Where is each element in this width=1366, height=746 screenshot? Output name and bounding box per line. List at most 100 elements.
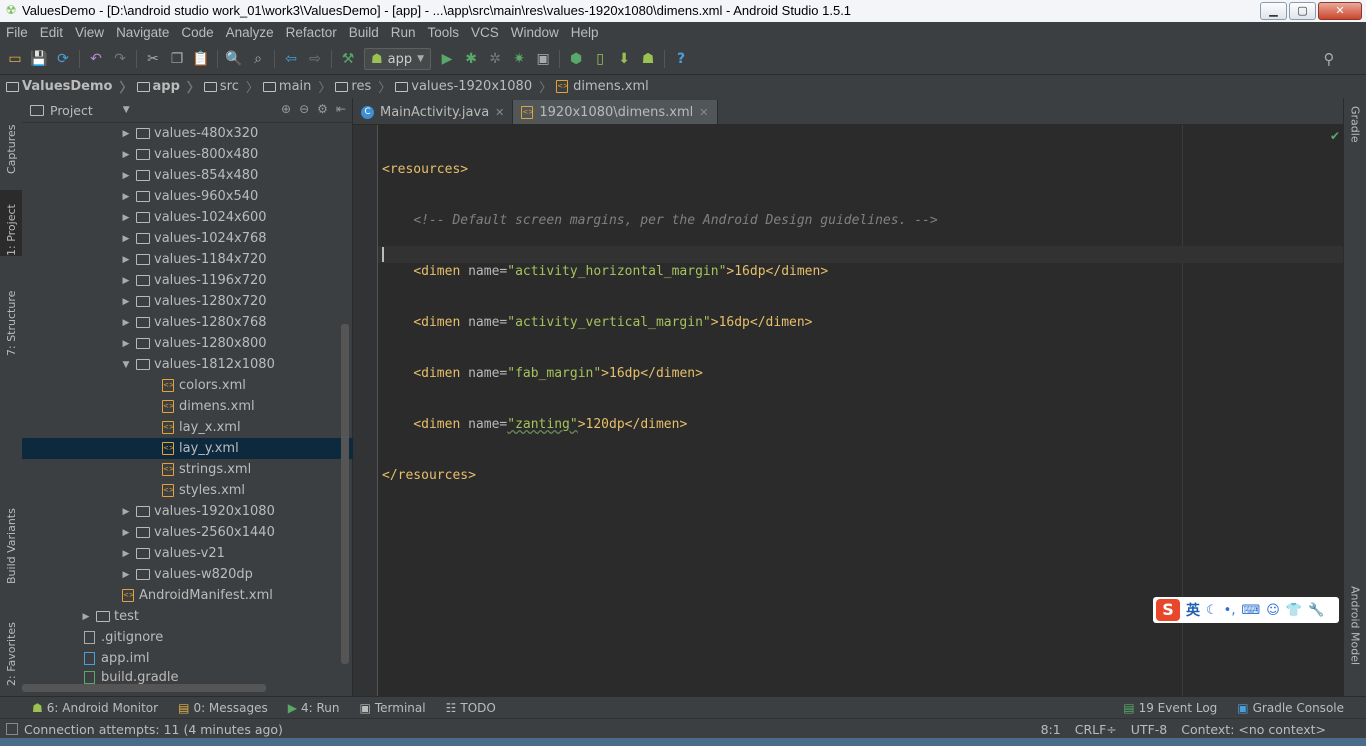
expand-arrow-icon[interactable]: ▶	[120, 192, 132, 202]
menu-build[interactable]: Build	[343, 22, 385, 44]
expand-arrow-icon[interactable]: ▶	[80, 612, 92, 622]
expand-arrow-icon[interactable]: ▶	[120, 318, 132, 328]
tree-item[interactable]: app.iml	[22, 648, 396, 669]
expand-arrow-icon[interactable]: ▶	[120, 213, 132, 223]
gear-icon[interactable]: ⚙	[317, 102, 328, 116]
open-folder-icon[interactable]: ▭	[4, 48, 26, 70]
breadcrumb-item[interactable]: src 〉	[203, 77, 259, 96]
menu-analyze[interactable]: Analyze	[220, 22, 280, 44]
save-all-icon[interactable]: 💾	[28, 48, 50, 70]
messages-button[interactable]: ▤ 0: Messages	[178, 701, 268, 715]
back-icon[interactable]: ⇦	[280, 48, 302, 70]
run-config-dropdown[interactable]: ☗ app ▼	[364, 48, 432, 70]
gradle-tab[interactable]: Gradle	[1344, 106, 1366, 166]
expand-arrow-icon[interactable]: ▶	[120, 234, 132, 244]
ime-mode-toggle[interactable]: 英	[1186, 600, 1200, 620]
expand-arrow-icon[interactable]: ▶	[120, 171, 132, 181]
undo-icon[interactable]: ↶	[85, 48, 107, 70]
close-tab-icon[interactable]: ✕	[699, 106, 708, 119]
expand-arrow-icon[interactable]: ▶	[120, 129, 132, 139]
maximize-button[interactable]: ▢	[1289, 2, 1316, 20]
tree-item[interactable]: ▶ test	[22, 606, 396, 627]
android-device-monitor-icon[interactable]: ☗	[637, 48, 659, 70]
editor-gutter[interactable]	[353, 125, 378, 696]
sogou-logo-icon[interactable]: S	[1156, 599, 1180, 621]
avd-manager-icon[interactable]: ▯	[589, 48, 611, 70]
collapse-all-icon[interactable]: ⊖	[299, 102, 309, 116]
hide-panel-icon[interactable]: ⇤	[336, 102, 346, 116]
replace-icon[interactable]: ⌕	[247, 48, 269, 70]
menu-tools[interactable]: Tools	[422, 22, 466, 44]
menu-vcs[interactable]: VCS	[465, 22, 505, 44]
menu-window[interactable]: Window	[505, 22, 565, 44]
help-icon[interactable]: ?	[670, 48, 692, 70]
run-icon[interactable]: ▶	[436, 48, 458, 70]
menu-navigate[interactable]: Navigate	[110, 22, 175, 44]
build-variants-tab[interactable]: Build Variants	[0, 494, 22, 584]
expand-arrow-icon[interactable]: ▶	[120, 297, 132, 307]
sync-icon[interactable]: ⟳	[52, 48, 74, 70]
captures-tab[interactable]: Captures	[0, 104, 22, 174]
skin-icon[interactable]: 👕	[1286, 603, 1302, 618]
sdk-manager-icon[interactable]: ⬇	[613, 48, 635, 70]
todo-button[interactable]: ☷ TODO	[446, 701, 496, 715]
search-everywhere-icon[interactable]: ⚲	[1318, 48, 1340, 70]
breadcrumb-item[interactable]: main 〉	[262, 77, 331, 96]
attach-debugger-icon[interactable]: ✲	[484, 48, 506, 70]
copy-icon[interactable]: ❐	[166, 48, 188, 70]
user-icon[interactable]: ☺	[1266, 603, 1280, 618]
line-separator[interactable]: CRLF÷	[1075, 722, 1117, 737]
android-monitor-button[interactable]: ☗ 6: Android Monitor	[32, 701, 158, 715]
punctuation-icon[interactable]: •,	[1224, 603, 1236, 618]
tab-mainactivity[interactable]: C MainActivity.java ✕	[353, 100, 514, 124]
menu-view[interactable]: View	[69, 22, 110, 44]
make-project-icon[interactable]: ⚒	[337, 48, 359, 70]
event-log-button[interactable]: ▤ 19 Event Log	[1123, 701, 1217, 715]
coverage-icon[interactable]: ✷	[508, 48, 530, 70]
breadcrumb-item[interactable]: ValuesDemo 〉	[6, 77, 133, 96]
tree-item[interactable]: .gitignore	[22, 627, 396, 648]
expand-arrow-icon[interactable]: ▶	[120, 549, 132, 559]
expand-arrow-icon[interactable]: ▶	[120, 276, 132, 286]
ime-toolbar[interactable]: S 英 ☾ •, ⌨ ☺ 👕 🔧	[1153, 597, 1339, 623]
wrench-icon[interactable]: 🔧	[1308, 603, 1324, 618]
breadcrumb-item[interactable]: <> dimens.xml	[556, 79, 649, 94]
scroll-from-source-icon[interactable]: ⊕	[281, 102, 291, 116]
file-encoding[interactable]: UTF-8	[1131, 722, 1167, 737]
inspection-ok-icon[interactable]: ✔	[1330, 129, 1340, 143]
close-tab-icon[interactable]: ✕	[495, 106, 504, 119]
context-indicator[interactable]: Context: <no context>	[1181, 722, 1326, 737]
expand-arrow-icon[interactable]: ▶	[120, 339, 132, 349]
close-button[interactable]: ✕	[1318, 2, 1362, 20]
minimize-button[interactable]: ▁	[1260, 2, 1287, 20]
favorites-tab[interactable]: 2: Favorites	[0, 604, 22, 686]
forward-icon[interactable]: ⇨	[304, 48, 326, 70]
status-message[interactable]: Connection attempts: 11 (4 minutes ago)	[6, 722, 283, 737]
run-button[interactable]: ▶ 4: Run	[288, 701, 340, 715]
find-icon[interactable]: 🔍	[223, 48, 245, 70]
gradle-console-button[interactable]: ▣ Gradle Console	[1237, 701, 1344, 715]
expand-arrow-icon[interactable]: ▶	[120, 570, 132, 580]
tool-windows-toggle-icon[interactable]	[6, 723, 18, 735]
menu-refactor[interactable]: Refactor	[280, 22, 343, 44]
tab-dimens-xml[interactable]: <> 1920x1080\dimens.xml ✕	[513, 100, 718, 124]
breadcrumb-item[interactable]: app 〉	[136, 77, 200, 96]
expand-arrow-icon[interactable]: ▶	[120, 255, 132, 265]
breadcrumb-item[interactable]: res 〉	[335, 77, 391, 96]
expand-arrow-icon[interactable]: ▶	[120, 150, 132, 160]
menu-file[interactable]: File	[0, 22, 34, 44]
expand-arrow-icon[interactable]: ▶	[120, 528, 132, 538]
android-model-tab[interactable]: Android Model	[1344, 586, 1366, 686]
caret-position[interactable]: 8:1	[1041, 722, 1061, 737]
menu-code[interactable]: Code	[175, 22, 219, 44]
moon-icon[interactable]: ☾	[1206, 603, 1218, 618]
menu-run[interactable]: Run	[385, 22, 422, 44]
code-content[interactable]: <resources> <!-- Default screen margins,…	[382, 127, 938, 518]
terminal-button[interactable]: ▣ Terminal	[360, 701, 426, 715]
menu-help[interactable]: Help	[565, 22, 605, 44]
stop-icon[interactable]: ▣	[532, 48, 554, 70]
project-tab[interactable]: 1: Project	[0, 190, 22, 256]
expand-arrow-icon[interactable]: ▶	[120, 507, 132, 517]
keyboard-icon[interactable]: ⌨	[1241, 603, 1260, 618]
menu-edit[interactable]: Edit	[34, 22, 69, 44]
